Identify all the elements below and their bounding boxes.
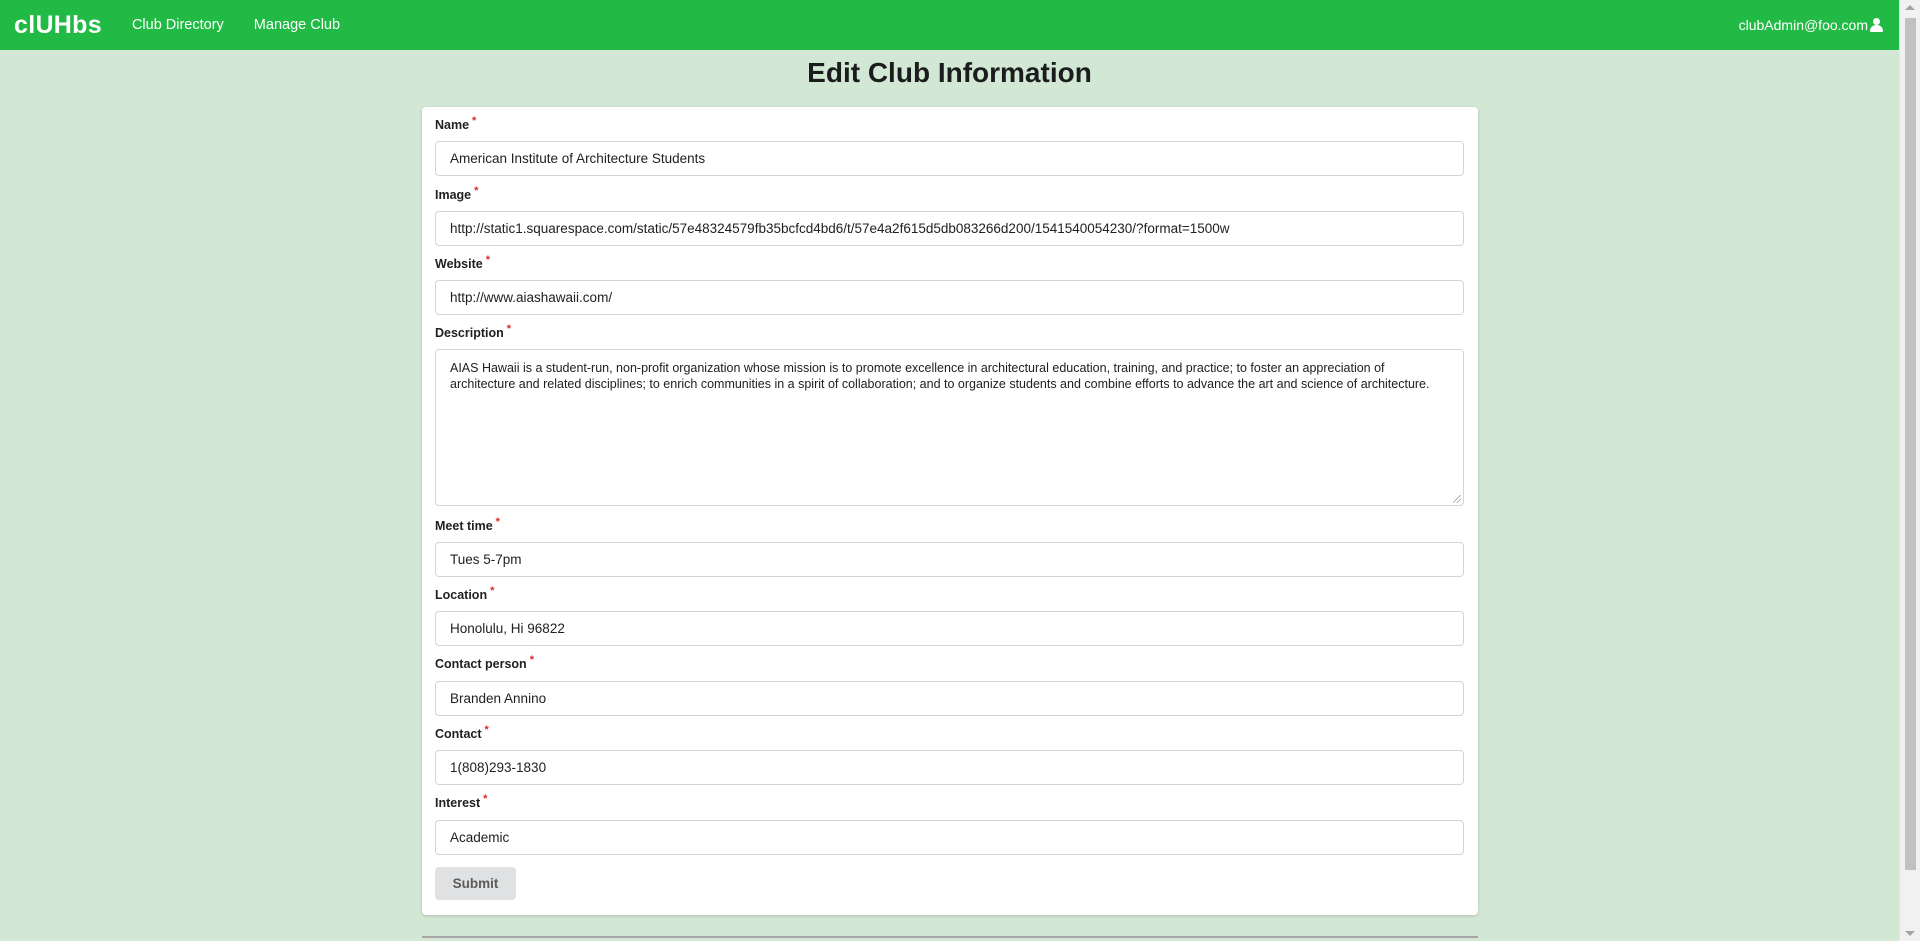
contact-person-label: Contact person * [435, 654, 534, 671]
description-label: Description * [435, 323, 512, 340]
page-scrollbar[interactable] [1899, 0, 1920, 941]
website-label: Website * [435, 254, 490, 271]
website-input[interactable]: http://www.aiashawaii.com/ [435, 280, 1464, 315]
edit-club-form: Name * American Institute of Architecture… [422, 107, 1478, 915]
user-icon [1870, 18, 1883, 32]
image-label: Image * [435, 185, 479, 202]
contact-input[interactable]: 1(808)293-1830 [435, 750, 1464, 785]
user-email: clubAdmin@foo.com [1738, 17, 1868, 33]
meet-time-input[interactable]: Tues 5-7pm [435, 542, 1464, 577]
contact-label: Contact * [435, 724, 489, 741]
interest-label: Interest * [435, 793, 488, 810]
description-text: AIAS Hawaii is a student-run, non-profit… [450, 361, 1430, 391]
brand-logo[interactable]: clUHbs [14, 11, 102, 40]
scroll-up-arrow-icon[interactable] [1905, 5, 1915, 10]
scroll-down-arrow-icon[interactable] [1905, 931, 1915, 936]
top-navbar: clUHbs Club Directory Manage Club clubAd… [0, 0, 1899, 50]
location-input[interactable]: Honolulu, Hi 96822 [435, 611, 1464, 646]
submit-button[interactable]: Submit [435, 867, 516, 900]
location-label: Location * [435, 585, 495, 602]
footer-divider [422, 936, 1478, 938]
user-menu[interactable]: clubAdmin@foo.com [1739, 17, 1883, 33]
scroll-thumb[interactable] [1905, 18, 1916, 870]
nav-manage-club[interactable]: Manage Club [254, 17, 340, 33]
meet-time-label: Meet time * [435, 516, 500, 533]
description-textarea[interactable]: AIAS Hawaii is a student-run, non-profit… [435, 349, 1464, 506]
contact-person-input[interactable]: Branden Annino [435, 681, 1464, 716]
resize-grip-icon[interactable] [1453, 495, 1461, 503]
name-input[interactable]: American Institute of Architecture Stude… [435, 141, 1464, 176]
name-label: Name * [435, 115, 477, 132]
nav-club-directory[interactable]: Club Directory [132, 17, 224, 33]
interest-input[interactable]: Academic [435, 820, 1464, 855]
image-input[interactable]: http://static1.squarespace.com/static/57… [435, 211, 1464, 246]
page-title: Edit Club Information [807, 57, 1092, 88]
